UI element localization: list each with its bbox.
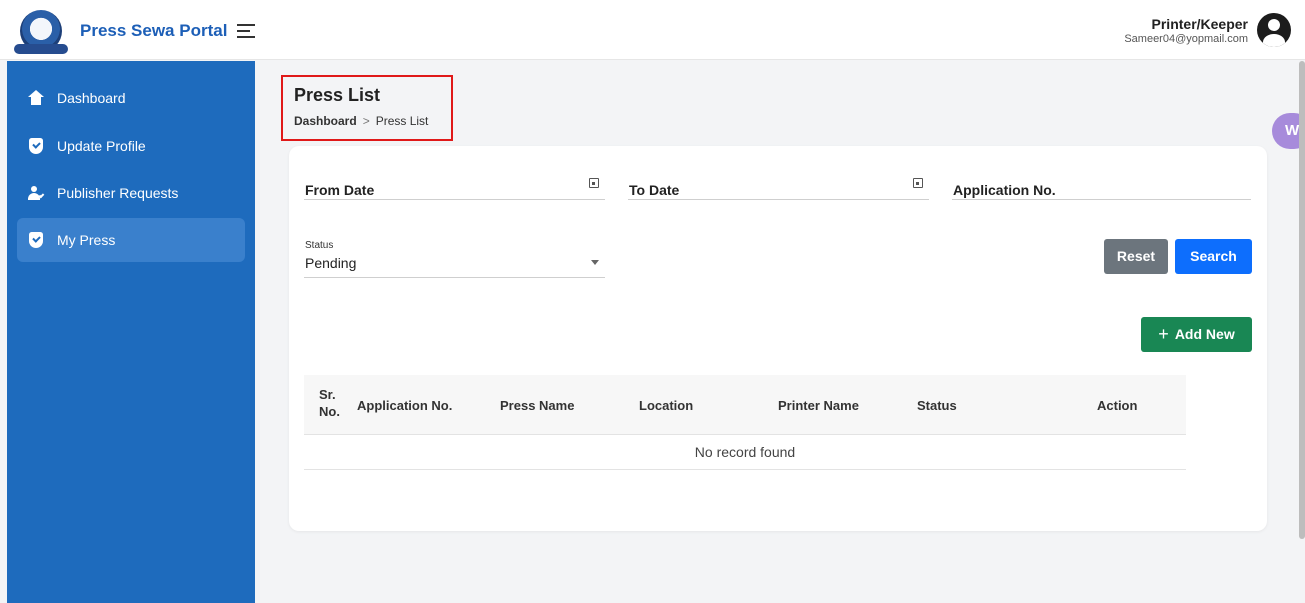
menu-toggle-icon[interactable] (237, 24, 255, 38)
breadcrumb-dashboard-link[interactable]: Dashboard (294, 114, 357, 128)
sidebar-item-dashboard[interactable]: Dashboard (17, 76, 245, 120)
sidebar-item-label: Dashboard (57, 90, 126, 106)
calendar-icon[interactable] (589, 178, 599, 188)
calendar-icon[interactable] (913, 178, 923, 188)
shield-check-icon (28, 138, 44, 154)
col-sr-no: Sr. No. (319, 387, 340, 419)
from-date-field[interactable]: From Date (304, 173, 605, 200)
sidebar-item-update-profile[interactable]: Update Profile (17, 124, 245, 168)
from-date-label: From Date (305, 182, 375, 198)
page-title: Press List (294, 85, 381, 105)
breadcrumb-separator: > (362, 114, 370, 128)
col-status: Status (917, 398, 957, 413)
shield-check-icon (28, 232, 44, 248)
home-icon (28, 90, 44, 106)
plus-icon: + (1158, 324, 1169, 344)
chevron-down-icon (591, 260, 599, 265)
sidebar-item-label: Update Profile (57, 138, 146, 154)
to-date-label: To Date (629, 182, 680, 198)
col-action: Action (1097, 398, 1138, 413)
sidebar-item-publisher-requests[interactable]: Publisher Requests (17, 171, 245, 215)
user-role: Printer/Keeper (1151, 16, 1248, 32)
col-application-no: Application No. (357, 398, 453, 413)
col-location: Location (639, 398, 694, 413)
sidebar-item-label: My Press (57, 232, 116, 248)
sidebar: Dashboard Update Profile Publisher Reque… (7, 61, 255, 603)
to-date-field[interactable]: To Date (628, 173, 929, 200)
add-new-button[interactable]: + Add New (1141, 317, 1252, 352)
top-header: Press Sewa Portal Printer/Keeper Sameer0… (0, 0, 1305, 60)
application-no-label: Application No. (953, 182, 1056, 198)
user-email: Sameer04@yopmail.com (1124, 33, 1248, 45)
status-label: Status (305, 240, 334, 251)
col-press-name: Press Name (500, 398, 575, 413)
brand-title[interactable]: Press Sewa Portal (80, 21, 227, 41)
status-select[interactable]: Status Pending (304, 240, 605, 278)
user-check-icon (28, 185, 45, 201)
page-heading-highlight: Press List Dashboard > Press List (281, 75, 453, 141)
user-avatar-icon[interactable] (1257, 13, 1291, 47)
table-header: Sr. No. Application No. Press Name Locati… (304, 375, 1186, 435)
sidebar-item-my-press[interactable]: My Press (17, 218, 245, 262)
search-button[interactable]: Search (1175, 239, 1252, 274)
page-scrollbar[interactable] (1299, 61, 1305, 539)
add-new-label: Add New (1174, 326, 1235, 342)
empty-table-message: No record found (304, 435, 1186, 470)
application-no-input[interactable]: Application No. (952, 173, 1251, 200)
status-value: Pending (305, 255, 357, 271)
breadcrumb-current: Press List (375, 114, 429, 128)
reset-button[interactable]: Reset (1104, 239, 1168, 274)
breadcrumb: Dashboard > Press List (294, 114, 428, 128)
press-list-card: From Date To Date Application No. Status… (289, 146, 1267, 531)
sidebar-item-label: Publisher Requests (57, 185, 179, 201)
emblem-logo (14, 10, 68, 54)
col-printer-name: Printer Name (778, 398, 859, 413)
